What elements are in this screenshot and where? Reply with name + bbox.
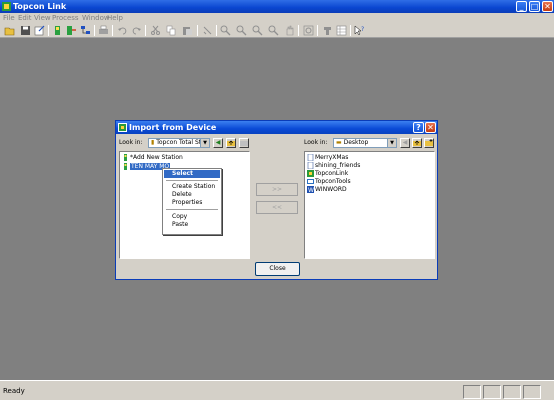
close-dialog-button[interactable]: Close [255,262,300,276]
maximize-button[interactable]: □ [529,1,540,12]
paste-icon[interactable] [182,25,193,36]
menu-process[interactable]: Process [52,13,79,23]
menu-bar: File Edit View Process Window Help [0,13,554,23]
right-file-list[interactable]: MerryXMas shining_friends TopconLink Top… [304,151,435,259]
menu-file[interactable]: File [3,13,15,23]
pan-icon[interactable] [284,25,295,36]
menu-help[interactable]: Help [107,13,123,23]
zoom-out-icon[interactable] [236,25,247,36]
zoom-extents-icon[interactable] [268,25,279,36]
list-item-label: *Add New Station [130,154,183,161]
print-icon[interactable] [98,25,109,36]
copy-icon[interactable] [166,25,177,36]
menu-item-select[interactable]: Select [164,170,220,178]
dialog-title-bar[interactable]: Import from Device ? ✕ [116,121,437,134]
dialog-close-button[interactable]: ✕ [425,122,436,133]
menu-item-delete[interactable]: Delete [164,191,220,199]
svg-text:?: ? [361,26,364,33]
close-button[interactable]: ✕ [542,1,553,12]
help-pointer-icon[interactable]: ? [354,25,365,36]
status-panel [463,385,481,399]
cut-icon[interactable] [150,25,161,36]
station-icon [124,163,127,170]
list-item-label: WINWORD [315,186,347,193]
status-panel [483,385,501,399]
status-text: Ready [3,387,25,395]
file-icon [307,162,314,169]
right-look-in-select[interactable]: ▬ Desktop ▼ [333,138,397,148]
new-folder-icon[interactable] [239,138,249,148]
refresh-icon[interactable] [303,25,314,36]
export-icon[interactable] [34,25,45,36]
table-icon[interactable] [336,25,347,36]
list-item-label: TopconLink [315,170,349,177]
folder-icon [307,179,314,184]
app-icon [2,2,11,11]
menu-item-properties[interactable]: Properties [164,199,220,207]
import-device-icon[interactable] [52,25,63,36]
menu-item-paste[interactable]: Paste [164,221,220,229]
help-button[interactable]: ? [413,122,424,133]
svg-text:W: W [308,187,314,193]
back-icon[interactable]: ◀ [400,138,410,148]
left-look-in-value: Topcon Total St [156,139,202,146]
menu-item-copy[interactable]: Copy [164,213,220,221]
left-look-in-select[interactable]: ▮ Topcon Total St ▼ [148,138,210,148]
menu-edit[interactable]: Edit [18,13,32,23]
station-icon [124,154,127,161]
list-item-label: shining_friends [315,162,361,169]
app-title-bar[interactable]: Topcon Link _ □ ✕ [0,0,554,13]
settings-icon[interactable] [322,25,333,36]
list-item[interactable]: shining_friends [307,162,360,170]
word-icon: W [307,186,314,193]
menu-separator [166,209,218,210]
minimize-button[interactable]: _ [516,1,527,12]
app-title: Topcon Link [13,2,67,11]
list-item[interactable]: W WINWORD [307,186,347,194]
process-icon[interactable] [202,25,213,36]
right-look-in-label: Look in: [304,139,328,146]
chevron-down-icon: ▼ [200,139,209,147]
zoom-in-icon[interactable] [220,25,231,36]
open-folder-icon[interactable] [4,25,15,36]
save-icon[interactable] [20,25,31,36]
toolbar: ? [0,23,554,38]
undo-icon[interactable] [117,25,128,36]
left-look-in-label: Look in: [119,139,143,146]
zoom-window-icon[interactable] [252,25,263,36]
status-panel [523,385,541,399]
menu-item-create-station[interactable]: Create Station [164,183,220,191]
list-item[interactable]: TopconTools [307,178,351,186]
dialog-title: Import from Device [129,123,217,132]
status-bar: Ready [0,380,554,400]
status-panel [503,385,521,399]
chevron-down-icon: ▼ [387,139,396,147]
list-item[interactable]: *Add New Station [122,154,183,162]
file-icon [307,154,314,161]
context-menu: Select Create Station Delete Properties … [162,168,222,235]
network-icon[interactable] [80,25,91,36]
list-item-label: TopconTools [315,178,351,185]
list-item-label: MerryXMas [315,154,349,161]
menu-view[interactable]: View [34,13,51,23]
redo-icon[interactable] [131,25,142,36]
new-folder-icon[interactable] [424,138,434,148]
up-folder-icon[interactable] [226,138,236,148]
menu-window[interactable]: Window [82,13,110,23]
import-file-icon[interactable] [66,25,77,36]
back-icon[interactable]: ◀ [213,138,223,148]
dialog-icon [118,123,127,132]
list-item[interactable]: TopconLink [307,170,348,178]
right-look-in-value: Desktop [343,139,369,146]
transfer-right-button[interactable]: >> [256,183,298,196]
menu-separator [166,180,218,181]
shortcut-icon [307,170,314,177]
list-item[interactable]: MerryXMas [307,154,348,162]
up-folder-icon[interactable] [412,138,422,148]
transfer-left-button[interactable]: << [256,201,298,214]
